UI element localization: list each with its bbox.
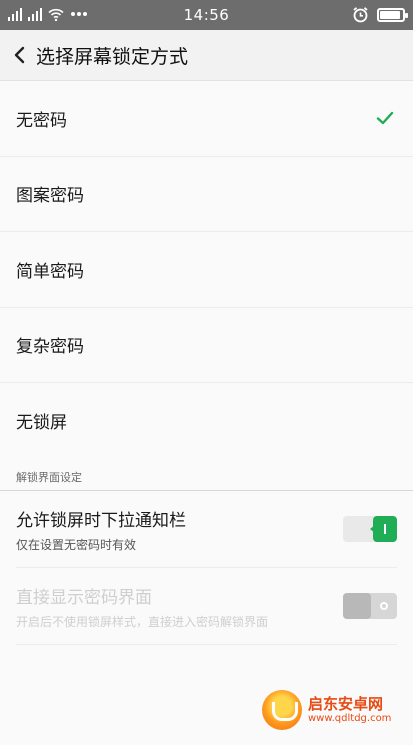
alarm-icon: [353, 7, 368, 23]
lock-option-label: 无密码: [16, 110, 67, 131]
lock-option-no-lockscreen[interactable]: 无锁屏: [0, 383, 413, 459]
watermark-text: 启东安卓网 www.qdltdg.com: [308, 696, 391, 724]
watermark: 启东安卓网 www.qdltdg.com: [262, 690, 391, 730]
chevron-left-icon: [14, 46, 25, 64]
checkmark-icon: [376, 112, 394, 125]
status-right-icons: [352, 6, 408, 23]
lock-option-label: 复杂密码: [16, 337, 84, 358]
watermark-url: www.qdltdg.com: [308, 712, 392, 724]
show-password-toggle: [343, 593, 397, 619]
watermark-name: 启东安卓网: [308, 695, 384, 714]
toggle-knob: [343, 593, 371, 619]
battery-icon: [377, 7, 408, 22]
toggle-ring: [380, 602, 388, 610]
back-button[interactable]: [2, 30, 36, 81]
app-header: 选择屏幕锁定方式: [0, 30, 413, 81]
setting-title: 直接显示密码界面: [16, 587, 152, 608]
setting-show-password-directly: 直接显示密码界面 开启后不使用锁屏样式，直接进入密码解锁界面: [0, 568, 413, 644]
pulldown-notification-toggle[interactable]: [343, 516, 397, 542]
lock-option-complex-password[interactable]: 复杂密码: [0, 307, 413, 383]
lock-option-label: 图案密码: [16, 186, 84, 207]
lock-option-none[interactable]: 无密码: [0, 81, 413, 157]
page-title: 选择屏幕锁定方式: [36, 45, 189, 68]
lock-option-simple-password[interactable]: 简单密码: [0, 232, 413, 308]
watermark-logo-icon: [262, 690, 302, 730]
setting-title: 允许锁屏时下拉通知栏: [16, 510, 186, 531]
setting-subtitle: 开启后不使用锁屏样式，直接进入密码解锁界面: [16, 614, 269, 629]
status-bar: 14:56: [0, 0, 413, 30]
setting-text: 直接显示密码界面 开启后不使用锁屏样式，直接进入密码解锁界面: [16, 583, 268, 630]
toggle-knob: [373, 516, 397, 542]
lock-option-label: 简单密码: [16, 261, 84, 282]
divider: [16, 644, 397, 645]
setting-pulldown-notification[interactable]: 允许锁屏时下拉通知栏 仅在设置无密码时有效: [0, 491, 413, 567]
lock-option-pattern[interactable]: 图案密码: [0, 156, 413, 232]
battery-fill: [380, 10, 400, 19]
lock-method-list: 无密码 图案密码 简单密码 复杂密码 无锁屏: [0, 81, 413, 459]
lock-option-label: 无锁屏: [16, 413, 67, 434]
setting-subtitle: 仅在设置无密码时有效: [16, 537, 137, 552]
section-header: 解锁界面设定: [0, 469, 413, 491]
setting-text: 允许锁屏时下拉通知栏 仅在设置无密码时有效: [16, 506, 186, 553]
